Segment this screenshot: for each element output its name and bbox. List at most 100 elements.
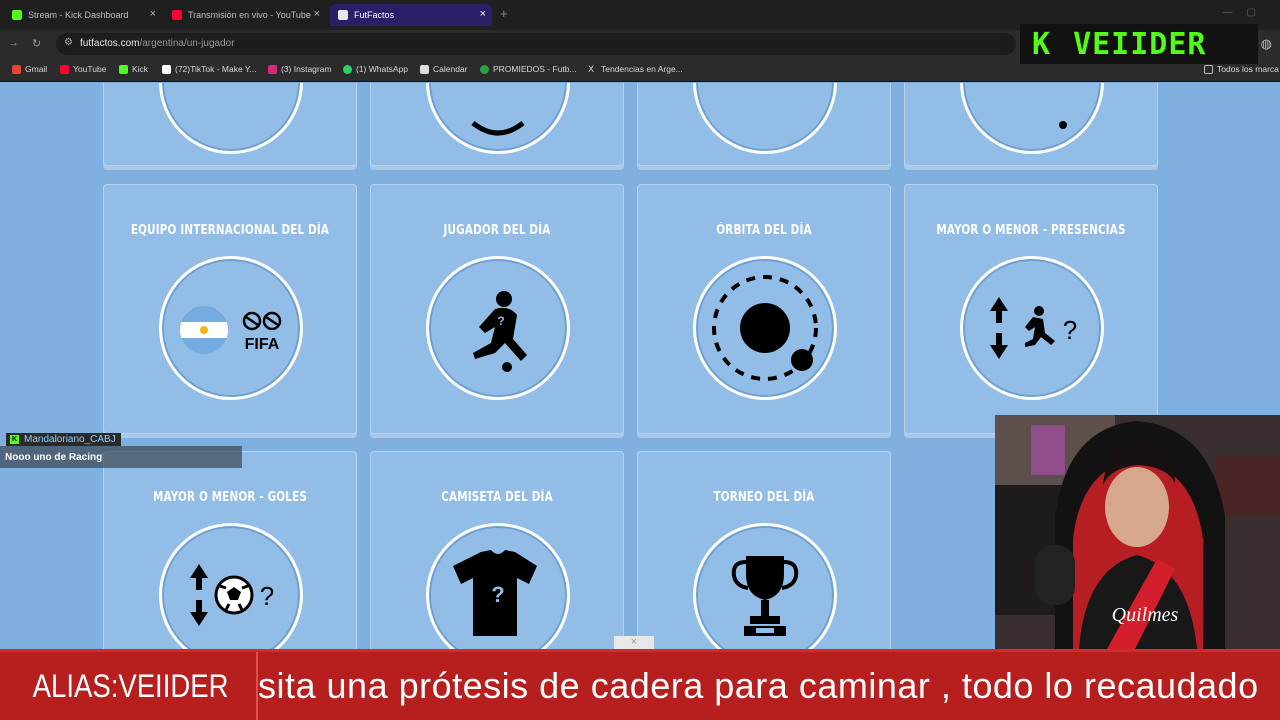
bookmark-label: (3) Instagram xyxy=(281,64,332,74)
kick-icon xyxy=(12,10,22,20)
question-mark: ? xyxy=(1063,315,1077,345)
game-card-orbita[interactable]: ÓRBITA DEL DÍA xyxy=(637,184,891,434)
forward-icon[interactable]: → xyxy=(8,37,19,49)
close-tab-icon[interactable]: × xyxy=(314,8,320,20)
brand-name: VEIIDER xyxy=(1073,26,1207,62)
futfactos-icon xyxy=(338,10,348,20)
folder-icon xyxy=(1204,64,1213,74)
chat-message: Nooo uno de Racing xyxy=(0,446,242,468)
game-title: CAMISETA DEL DÍA xyxy=(441,490,553,505)
tab-label: FutFactos xyxy=(354,10,395,20)
bookmark-label: Todos los marca xyxy=(1217,64,1279,74)
ticker-text: sita una prótesis de cadera para caminar… xyxy=(258,665,1259,706)
tab-kick-dashboard[interactable]: Stream - Kick Dashboard × xyxy=(4,4,162,26)
promiedos-icon xyxy=(480,64,489,74)
url-field[interactable]: ⚙ futfactos.com/argentina/un-jugador xyxy=(56,33,1016,55)
whatsapp-icon xyxy=(343,64,352,74)
calendar-icon xyxy=(420,64,429,74)
question-mark: ? xyxy=(497,314,504,328)
bookmark-tiktok[interactable]: (72)TikTok - Make Y... xyxy=(162,64,257,74)
game-title: ÓRBITA DEL DÍA xyxy=(716,223,812,238)
bookmark-x[interactable]: X Tendencias en Arge... xyxy=(588,64,683,74)
bookmark-label: Kick xyxy=(132,64,149,74)
bookmark-label: Gmail xyxy=(25,64,48,74)
bookmark-folder-all[interactable]: Todos los marca xyxy=(1204,64,1279,74)
tab-youtube[interactable]: Transmisión en vivo - YouTube × xyxy=(164,4,326,26)
game-card-equipo-internacional[interactable]: EQUIPO INTERNACIONAL DEL DÍA FIFA xyxy=(103,184,357,434)
higher-lower-ball-icon: ? xyxy=(159,523,303,649)
chat-username: K Mandaloriano_CABJ xyxy=(6,433,121,446)
close-tab-icon[interactable]: × xyxy=(150,8,156,20)
webcam-feed: Quilmes xyxy=(995,415,1280,649)
url-host: futfactos.com xyxy=(80,38,140,49)
game-title: JUGADOR DEL DÍA xyxy=(443,223,551,238)
bookmark-calendar[interactable]: Calendar xyxy=(420,64,468,74)
mystery-player-icon: ? xyxy=(426,256,570,400)
higher-lower-player-icon: ? xyxy=(960,256,1104,400)
ticker-alias: ALIAS:VEIIDER xyxy=(32,667,229,704)
question-mark: ? xyxy=(260,581,274,611)
youtube-icon xyxy=(60,64,69,74)
bookmark-label: PROMIEDOS - Futb... xyxy=(493,64,577,74)
site-info-icon[interactable]: ⚙ xyxy=(64,37,73,48)
orbit-icon xyxy=(693,256,837,400)
game-icon-circle xyxy=(426,83,570,154)
bookmark-kick[interactable]: Kick xyxy=(119,64,148,74)
question-mark: ? xyxy=(491,582,504,607)
game-card-partial[interactable] xyxy=(103,83,357,166)
new-tab-icon[interactable]: + xyxy=(500,6,508,21)
streamer-brand-overlay: K VEIIDER xyxy=(1020,24,1258,64)
fifa-text: FIFA xyxy=(245,336,280,353)
donation-ticker: ALIAS:VEIIDER sita una prótesis de cader… xyxy=(0,649,1280,720)
close-tab-icon[interactable]: × xyxy=(480,8,486,20)
reload-icon[interactable]: ↻ xyxy=(32,37,41,50)
game-card-partial[interactable] xyxy=(904,83,1158,166)
kick-icon xyxy=(119,64,128,74)
game-icon-circle xyxy=(960,83,1104,154)
game-card-partial[interactable] xyxy=(370,83,624,166)
tab-label: Transmisión en vivo - YouTube xyxy=(188,10,311,20)
kick-badge-icon: K xyxy=(10,435,19,444)
trophy-icon xyxy=(693,523,837,649)
gmail-icon xyxy=(12,64,21,74)
instagram-icon xyxy=(268,64,277,74)
close-popup-icon[interactable]: × xyxy=(614,636,654,649)
ticker-scroll: sita una prótesis de cadera para caminar… xyxy=(258,652,1280,720)
game-title: EQUIPO INTERNACIONAL DEL DÍA xyxy=(130,223,330,238)
bookmark-instagram[interactable]: (3) Instagram xyxy=(268,64,332,74)
bookmark-label: (72)TikTok - Make Y... xyxy=(175,64,257,74)
url-path: /argentina/un-jugador xyxy=(139,38,235,49)
brand-k: K xyxy=(1032,26,1052,62)
bookmark-gmail[interactable]: Gmail xyxy=(12,64,47,74)
bookmark-whatsapp[interactable]: (1) WhatsApp xyxy=(343,64,408,74)
bookmark-promiedos[interactable]: PROMIEDOS - Futb... xyxy=(480,64,577,74)
game-icon-circle xyxy=(159,83,303,154)
game-card-mayor-menor-goles[interactable]: MAYOR O MENOR - GOLES ? xyxy=(103,451,357,649)
bookmark-label: YouTube xyxy=(73,64,107,74)
mystery-shirt-icon: ? xyxy=(426,523,570,649)
x-icon: X xyxy=(588,63,595,74)
bookmark-label: (1) WhatsApp xyxy=(356,64,408,74)
game-title: TORNEO DEL DÍA xyxy=(713,490,815,505)
bookmark-youtube[interactable]: YouTube xyxy=(60,64,106,74)
youtube-icon xyxy=(172,10,182,20)
extension-icon[interactable]: ◍ xyxy=(1261,36,1272,52)
tiktok-icon xyxy=(162,64,171,74)
chat-overlay: K Mandaloriano_CABJ Nooo uno de Racing xyxy=(0,433,242,468)
chat-username-text: Mandaloriano_CABJ xyxy=(24,434,116,445)
bookmark-label: Tendencias en Arge... xyxy=(601,64,683,74)
window-controls[interactable]: —▢ xyxy=(1223,7,1270,18)
game-card-torneo[interactable]: TORNEO DEL DÍA xyxy=(637,451,891,649)
tab-futfactos[interactable]: FutFactos × xyxy=(330,4,492,26)
bookmark-label: Calendar xyxy=(433,64,468,74)
argentina-fifa-icon: FIFA xyxy=(159,256,303,400)
game-card-camiseta[interactable]: CAMISETA DEL DÍA ? xyxy=(370,451,624,649)
game-title: MAYOR O MENOR - PRESENCIAS xyxy=(936,223,1126,238)
game-icon-circle xyxy=(693,83,837,154)
game-card-partial[interactable] xyxy=(637,83,891,166)
tab-label: Stream - Kick Dashboard xyxy=(28,10,129,20)
game-card-jugador[interactable]: JUGADOR DEL DÍA ? xyxy=(370,184,624,434)
svg-text:Quilmes: Quilmes xyxy=(1112,604,1179,626)
game-title: MAYOR O MENOR - GOLES xyxy=(152,490,308,505)
game-card-mayor-menor-presencias[interactable]: MAYOR O MENOR - PRESENCIAS ? xyxy=(904,184,1158,434)
